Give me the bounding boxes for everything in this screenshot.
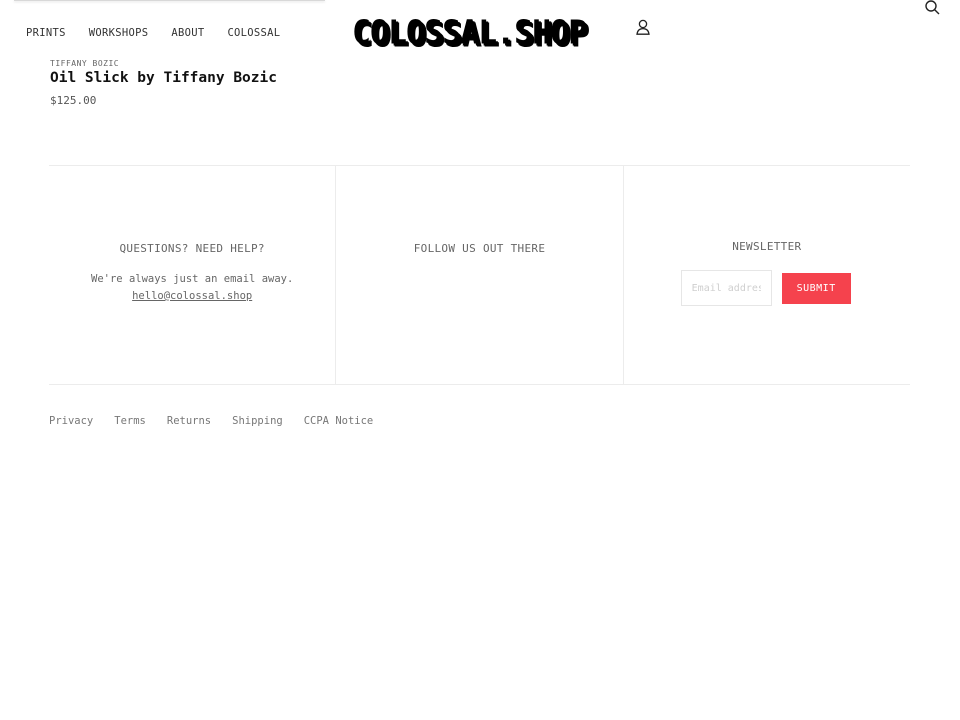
social-column: FOLLOW US OUT THERE [336, 166, 624, 384]
footer: QUESTIONS? NEED HELP? We're always just … [49, 165, 910, 385]
legal-link-returns[interactable]: Returns [167, 415, 211, 427]
help-message: We're always just an email away. [91, 273, 294, 285]
help-email-link[interactable]: hello@colossal.shop [132, 290, 252, 302]
newsletter-submit-button[interactable]: SUBMIT [781, 272, 851, 304]
site-logo[interactable]: COLOSSAL.SHOP [352, 14, 615, 52]
nav-workshops[interactable]: WORKSHOPS [89, 27, 149, 39]
legal-link-ccpa[interactable]: CCPA Notice [304, 415, 374, 427]
product-card: TIFFANY BOZIC Oil Slick by Tiffany Bozic… [50, 59, 277, 107]
dropdown-edge [14, 0, 325, 1]
social-heading: FOLLOW US OUT THERE [413, 242, 546, 255]
product-title[interactable]: Oil Slick by Tiffany Bozic [50, 70, 277, 86]
help-column: QUESTIONS? NEED HELP? We're always just … [49, 166, 337, 384]
nav-prints[interactable]: PRINTS [26, 27, 66, 39]
newsletter-heading: NEWSLETTER [732, 240, 802, 253]
legal-link-terms[interactable]: Terms [114, 415, 146, 427]
nav-about[interactable]: ABOUT [171, 27, 204, 39]
newsletter-column: NEWSLETTER SUBMIT [624, 166, 910, 384]
legal-links: Privacy Terms Returns Shipping CCPA Noti… [49, 415, 394, 427]
product-price: $125.00 [50, 94, 97, 107]
main-nav: PRINTS WORKSHOPS ABOUT COLOSSAL [26, 27, 303, 39]
legal-link-shipping[interactable]: Shipping [232, 415, 283, 427]
newsletter-form: SUBMIT [680, 270, 851, 306]
product-vendor: TIFFANY BOZIC [50, 59, 120, 66]
user-icon[interactable] [636, 19, 650, 35]
help-heading: QUESTIONS? NEED HELP? [119, 242, 265, 255]
legal-link-privacy[interactable]: Privacy [49, 415, 93, 427]
nav-colossal[interactable]: COLOSSAL [227, 27, 280, 39]
search-icon[interactable] [925, 0, 940, 15]
newsletter-email-input[interactable] [680, 270, 772, 306]
